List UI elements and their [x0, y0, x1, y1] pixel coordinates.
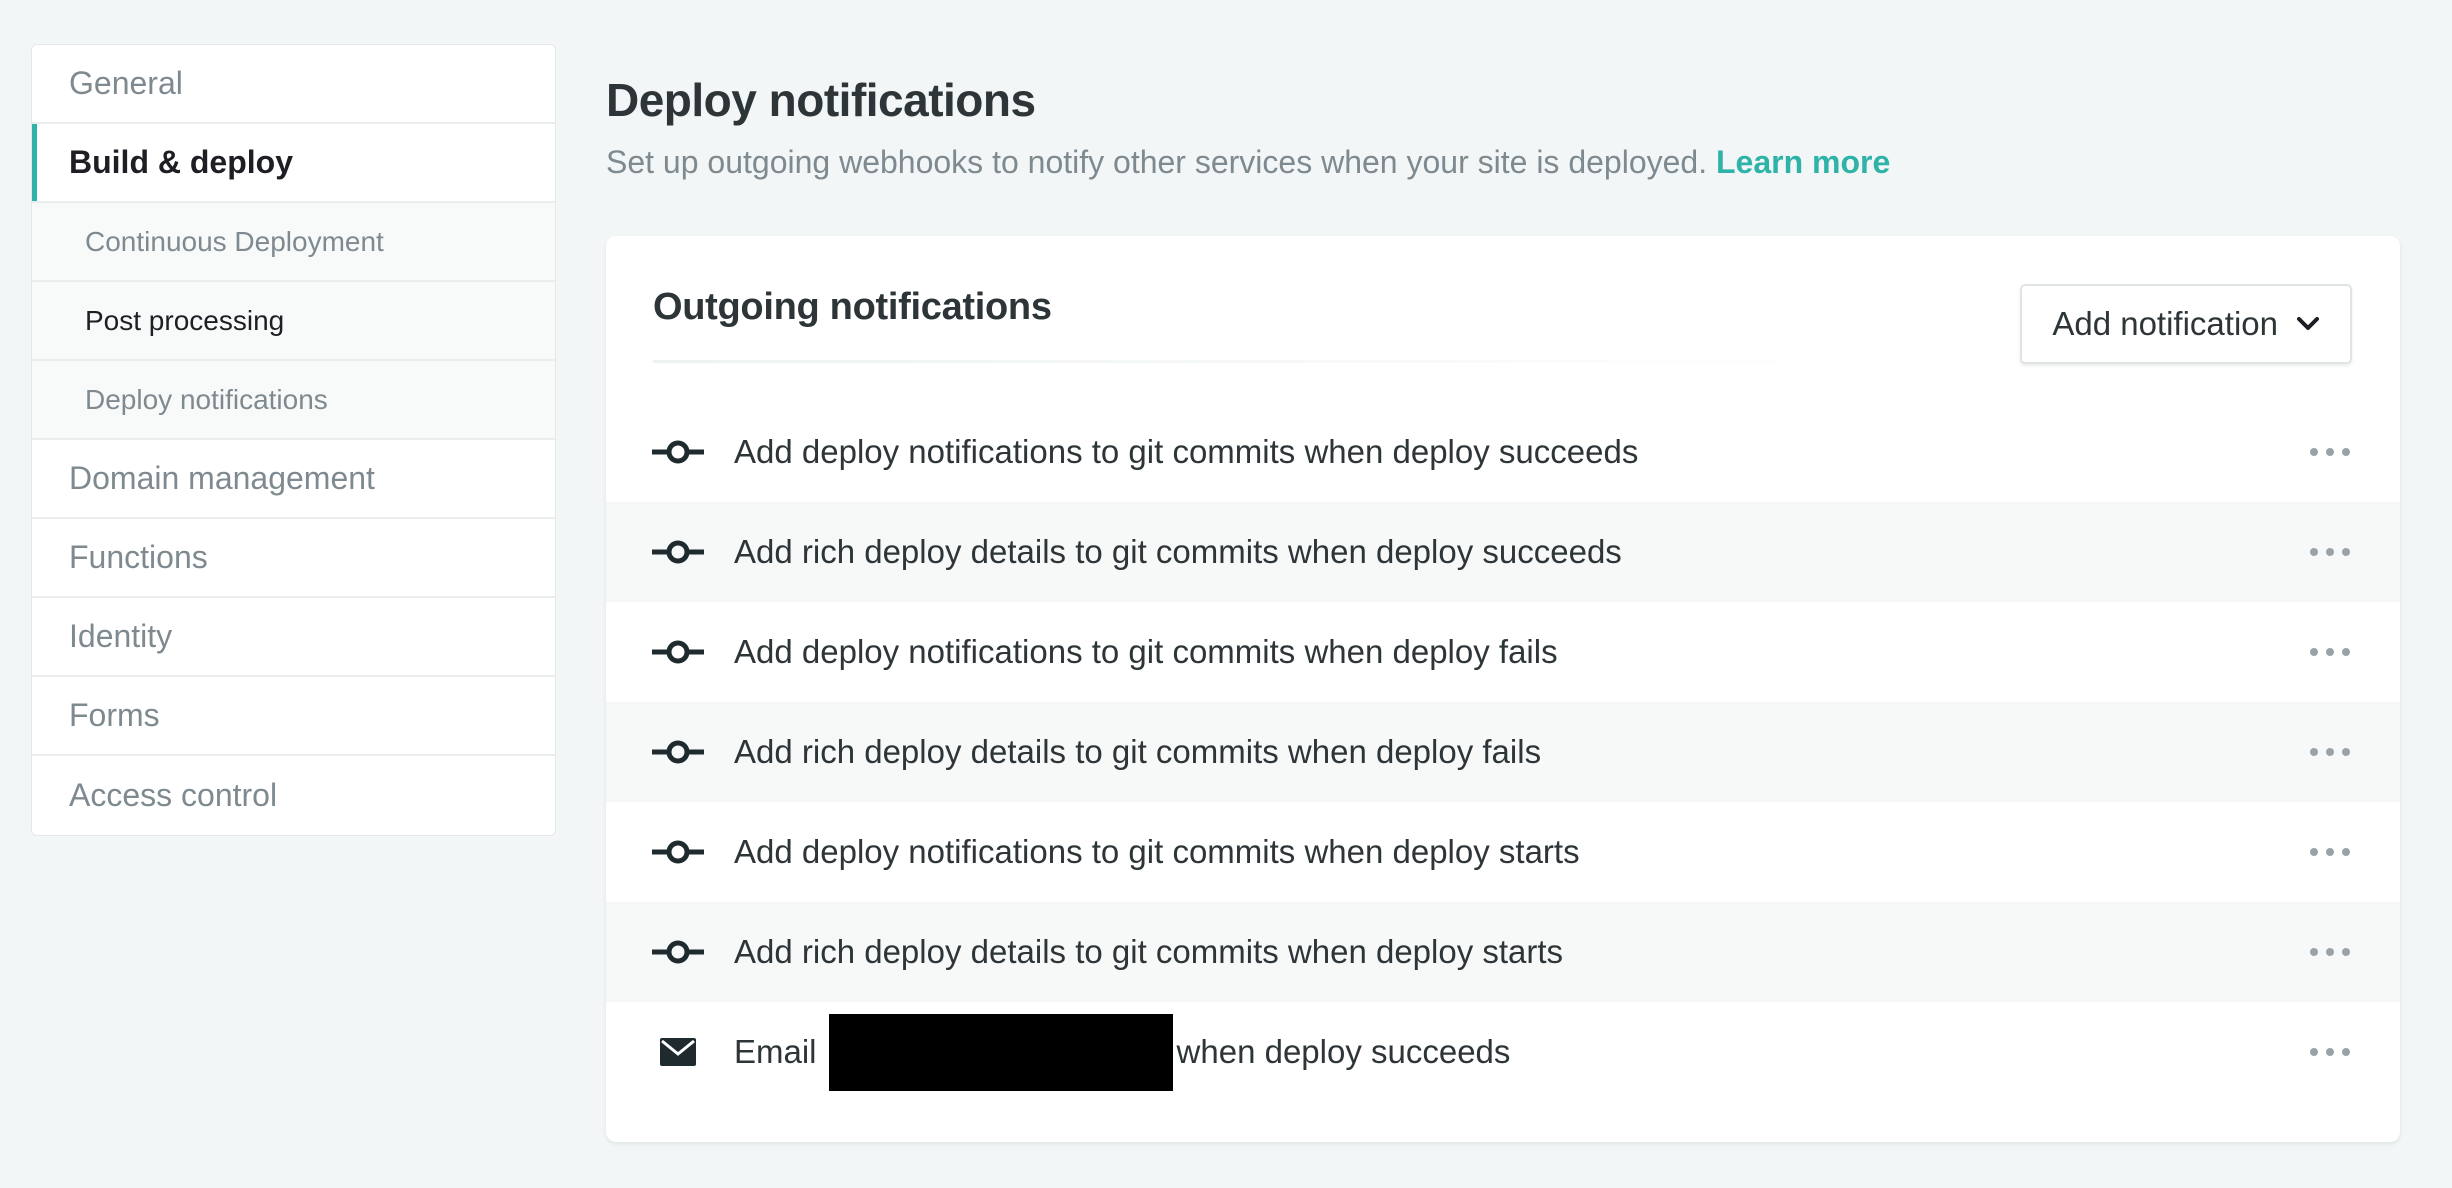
notification-row: Add rich deploy details to git commits w…	[606, 502, 2400, 602]
outgoing-notifications-card: Outgoing notifications Add notification …	[606, 236, 2400, 1142]
more-options-icon[interactable]	[2310, 542, 2350, 562]
more-options-icon[interactable]	[2310, 1042, 2350, 1062]
git-commit-icon	[652, 826, 704, 878]
sidebar-item-label: Access control	[69, 777, 278, 813]
sidebar-item-label: Deploy notifications	[85, 383, 328, 415]
more-options-icon[interactable]	[2310, 842, 2350, 862]
sidebar-subitem-continuous-deployment[interactable]: Continuous Deployment	[32, 203, 555, 282]
sidebar-item-build-deploy[interactable]: Build & deploy	[32, 124, 555, 203]
sidebar-item-label: Post processing	[85, 304, 285, 336]
sidebar-item-domain-management[interactable]: Domain management	[32, 440, 555, 519]
main-content: Deploy notifications Set up outgoing web…	[606, 70, 2400, 1142]
git-commit-icon	[652, 526, 704, 578]
email-label: Email	[734, 1033, 817, 1070]
sidebar-subitem-deploy-notifications[interactable]: Deploy notifications	[32, 361, 555, 440]
card-title: Outgoing notifications	[653, 286, 1052, 328]
notification-row: Add rich deploy details to git commits w…	[606, 902, 2400, 1002]
page-description: Set up outgoing webhooks to notify other…	[606, 140, 2400, 184]
learn-more-link[interactable]: Learn more	[1716, 144, 1890, 180]
more-options-icon[interactable]	[2310, 642, 2350, 662]
more-options-icon[interactable]	[2310, 942, 2350, 962]
envelope-icon	[652, 1026, 704, 1078]
git-commit-icon	[652, 426, 704, 478]
notification-text: Add rich deploy details to git commits w…	[734, 933, 1564, 970]
sidebar-item-general[interactable]: General	[32, 45, 555, 124]
notification-text: Add deploy notifications to git commits …	[734, 433, 1639, 470]
notification-text: Email when deploy succeeds	[734, 1013, 1511, 1091]
chevron-down-icon	[2297, 317, 2319, 330]
description-text: Set up outgoing webhooks to notify other…	[606, 144, 1708, 180]
more-options-icon[interactable]	[2310, 742, 2350, 762]
sidebar-item-label: Domain management	[69, 460, 375, 496]
sidebar-item-forms[interactable]: Forms	[32, 677, 555, 756]
add-notification-label: Add notification	[2052, 305, 2278, 342]
notification-text: Add rich deploy details to git commits w…	[734, 533, 1622, 570]
sidebar-item-label: Functions	[69, 539, 208, 575]
sidebar-item-identity[interactable]: Identity	[32, 598, 555, 677]
sidebar-item-access-control[interactable]: Access control	[32, 756, 555, 835]
notification-row: Add rich deploy details to git commits w…	[606, 702, 2400, 802]
page-title: Deploy notifications	[606, 74, 1036, 126]
notification-row: Add deploy notifications to git commits …	[606, 402, 2400, 502]
notification-text: Add deploy notifications to git commits …	[734, 633, 1558, 670]
sidebar-item-label: Continuous Deployment	[85, 225, 384, 257]
card-title-divider	[653, 360, 1923, 363]
page: General Build & deploy Continuous Deploy…	[0, 0, 2452, 1188]
sidebar-subitem-post-processing[interactable]: Post processing	[32, 282, 555, 361]
git-commit-icon	[652, 926, 704, 978]
sidebar-item-functions[interactable]: Functions	[32, 519, 555, 598]
notification-row: Add deploy notifications to git commits …	[606, 602, 2400, 702]
notification-row: Email when deploy succeeds	[606, 1002, 2400, 1102]
settings-sidebar: General Build & deploy Continuous Deploy…	[31, 44, 556, 836]
git-commit-icon	[652, 626, 704, 678]
git-commit-icon	[652, 726, 704, 778]
redacted-email	[828, 1013, 1173, 1091]
add-notification-button[interactable]: Add notification	[2020, 284, 2352, 364]
sidebar-item-label: Build & deploy	[69, 144, 293, 180]
notification-row: Add deploy notifications to git commits …	[606, 802, 2400, 902]
sidebar-item-label: Forms	[69, 697, 160, 733]
notification-text: Add rich deploy details to git commits w…	[734, 733, 1542, 770]
sidebar-item-label: Identity	[69, 618, 173, 654]
email-condition: when deploy succeeds	[1176, 1033, 1511, 1070]
sidebar-item-label: General	[69, 65, 183, 101]
more-options-icon[interactable]	[2310, 442, 2350, 462]
notification-text: Add deploy notifications to git commits …	[734, 833, 1580, 870]
notification-list: Add deploy notifications to git commits …	[606, 402, 2400, 1102]
